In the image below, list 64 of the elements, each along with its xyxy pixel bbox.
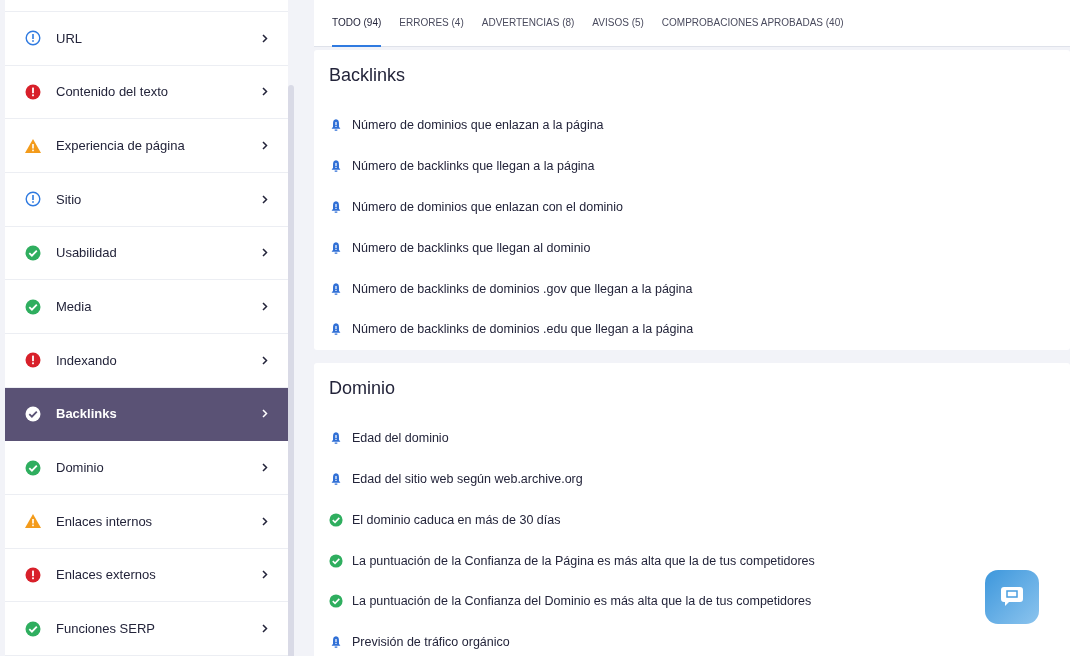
info-icon [25,30,41,47]
check-label: La puntuación de la Confianza del Dominio es más alta que la de tus competidores [352,594,812,609]
warning-icon [25,513,41,530]
chevron-right-icon [262,194,268,204]
check-label: Número de backlinks de dominios .edu que llegan a la página [352,322,694,337]
sidebar-item[interactable]: URL [5,11,288,66]
sidebar-item[interactable]: Backlinks [5,387,288,442]
check-label: Número de dominios que enlazan con el dominio [352,200,623,214]
check-circle-icon [25,244,41,261]
chevron-right-icon [262,463,268,473]
chevron-right-icon [262,409,268,419]
chevron-right-icon [262,624,268,634]
sidebar-item[interactable]: Funciones SERP [5,602,288,656]
error-icon [25,352,41,369]
check-label: La puntuación de la Confianza de la Página es más alta que la de tus competidores [352,553,815,568]
bell-icon [329,200,343,214]
check-circle-icon [329,594,343,609]
bell-icon [329,281,343,296]
sidebar-item[interactable]: Dominio [5,441,288,495]
sidebar-item[interactable]: Media [5,280,288,334]
bell-icon [329,471,343,486]
chevron-right-icon [262,516,268,526]
error-icon [25,567,41,583]
check-circle-icon [25,620,41,637]
filter-tab[interactable]: TODO (94) [332,0,382,47]
bell-icon [329,635,343,650]
filter-tab[interactable]: COMPROBACIONES APROBADAS (40) [661,0,844,47]
error-icon [25,83,41,100]
check-label: Previsión de tráfico orgánico [352,635,510,650]
chevron-right-icon [262,248,268,258]
warning-icon [25,137,41,154]
check-circle-icon [25,459,41,476]
section-title: Backlinks [329,64,407,86]
check-label: El dominio caduca en más de 30 días [352,512,561,527]
bell-icon [329,431,343,446]
chevron-right-icon [262,302,268,312]
chevron-right-icon [262,355,268,365]
check-label: Número de backlinks de dominios .gov que llegan a la página [352,281,693,296]
chevron-right-icon [262,141,268,151]
bell-icon [329,240,343,255]
bell-icon [329,322,343,337]
check-label: Edad del dominio [352,431,449,446]
check-circle-icon [25,298,41,315]
chat-bubble-icon [1000,586,1024,608]
bell-icon [329,118,343,133]
filter-tab[interactable]: ADVERTENCIAS (8) [481,0,575,47]
sidebar-item[interactable]: Contenido del texto [5,65,288,120]
chevron-right-icon [262,33,268,43]
check-label: Número de backlinks que llegan al dominio [352,240,591,255]
filter-tab[interactable]: ERRORES (4) [399,0,464,47]
bell-icon [329,159,343,174]
check-label: Número de backlinks que llegan a la página [352,159,595,174]
check-circle-icon [25,405,41,422]
check-label: Edad del sitio web según web.archive.org [352,471,583,486]
info-icon [25,191,41,208]
check-circle-icon [329,553,343,568]
check-circle-icon [329,512,343,527]
chevron-right-icon [262,570,268,580]
check-label: Número de dominios que enlazan a la página [352,118,604,133]
filter-tab[interactable]: AVISOS (5) [592,0,644,47]
chat-button[interactable] [985,570,1039,624]
scrollbar[interactable] [288,85,294,656]
chevron-right-icon [262,87,268,97]
section-title: Dominio [329,376,397,399]
